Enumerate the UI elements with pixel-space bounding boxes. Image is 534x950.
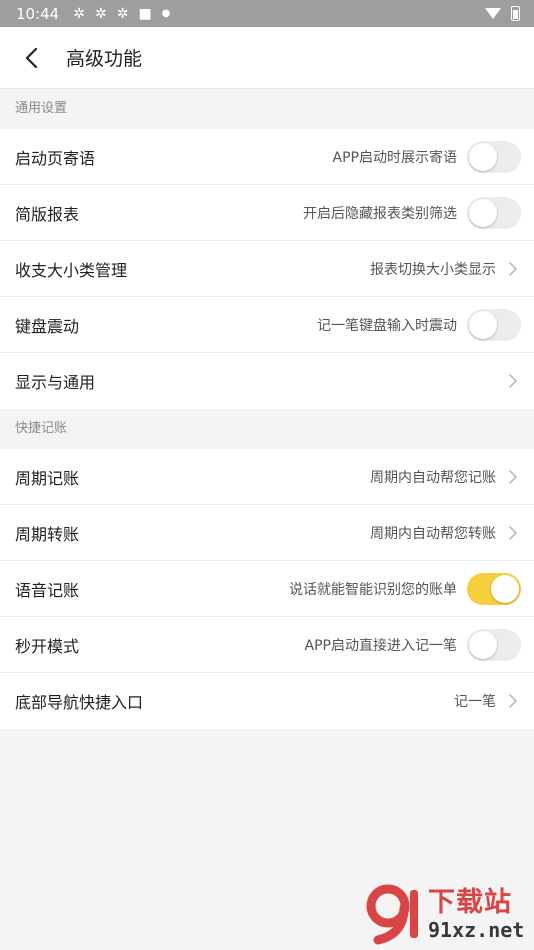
settings-row-description: APP启动直接进入记一笔 [304,637,457,654]
header-bar: 高级功能 [0,27,534,89]
settings-row-label: 键盘震动 [15,316,80,336]
chevron-left-icon [25,47,38,68]
settings-row[interactable]: 周期转账 周期内自动帮您转账 [0,505,534,561]
toggle-knob [469,630,497,659]
settings-row[interactable]: 收支大小类管理 报表切换大小类显示 [0,241,534,297]
battery-icon [511,6,520,21]
settings-row-description: 周期内自动帮您转账 [370,525,496,542]
settings-row-label: 语音记账 [15,580,80,600]
settings-row[interactable]: 简版报表 开启后隐藏报表类别筛选 [0,185,534,241]
settings-row[interactable]: 秒开模式 APP启动直接进入记一笔 [0,617,534,673]
notification-icon: ✲ [116,5,129,22]
toggle-switch[interactable] [467,196,521,229]
notification-icon: ✲ [94,5,107,22]
watermark-cn: 下载站 [428,886,512,918]
chevron-right-icon [506,694,520,708]
settings-row-label: 简版报表 [15,204,80,224]
chevron-right-icon [506,469,520,484]
watermark-en: 91xz.net [428,917,525,942]
status-time: 10:44 [16,4,60,23]
chevron-right-icon [506,525,520,540]
settings-row-label: 收支大小类管理 [15,260,128,280]
settings-row[interactable]: 周期记账 周期内自动帮您记账 [0,449,534,505]
status-bar: 10:44 ✲ ✲ ✲ ■ ● [0,0,534,27]
settings-row-description: 周期内自动帮您记账 [370,469,496,486]
toggle-knob [469,310,497,339]
settings-row[interactable]: 键盘震动 记一笔键盘输入时震动 [0,297,534,353]
settings-row-description: 记一笔 [454,694,496,710]
toggle-knob [469,142,497,171]
settings-row-label: 周期转账 [15,524,80,544]
section-header: 快捷记账 [0,409,534,449]
settings-row-description: 开启后隐藏报表类别筛选 [303,205,457,222]
settings-group: 周期记账 周期内自动帮您记账周期转账 周期内自动帮您转账语音记账 说话就能智能识别您的… [0,449,534,729]
settings-row-label: 秒开模式 [15,636,80,656]
chevron-right-icon [506,374,520,388]
settings-row[interactable]: 显示与通用 [0,353,534,409]
settings-row-description: APP启动时展示寄语 [332,149,457,166]
settings-row[interactable]: 语音记账 说话就能智能识别您的账单 [0,561,534,617]
watermark-logo: 下载站 91xz.net [360,880,530,948]
toggle-switch[interactable] [467,140,521,173]
settings-list: 通用设置启动页寄语 APP启动时展示寄语简版报表 开启后隐藏报表类别筛选收支大小类管… [0,89,534,729]
toggle-switch[interactable] [467,308,521,341]
settings-row-description: 记一笔键盘输入时震动 [317,317,457,334]
settings-row-label: 底部导航快捷入口 [15,693,144,712]
page-title: 高级功能 [66,48,143,70]
dot-icon: ● [161,8,171,19]
section-header: 通用设置 [0,89,534,129]
settings-row-label: 启动页寄语 [15,148,96,168]
notification-icon: ✲ [73,5,85,22]
toggle-switch[interactable] [467,572,521,605]
toggle-knob [491,574,519,603]
settings-row-description: 报表切换大小类显示 [370,261,496,278]
notification-square-icon: ■ [138,5,152,22]
settings-row-label: 周期记账 [15,468,80,488]
toggle-switch[interactable] [467,628,521,661]
settings-row-label: 显示与通用 [15,373,96,392]
chevron-right-icon [506,261,520,276]
toggle-knob [469,198,497,227]
logo-nine-icon [360,882,424,946]
settings-row-description: 说话就能智能识别您的账单 [289,581,457,598]
settings-row[interactable]: 底部导航快捷入口 记一笔 [0,673,534,729]
back-button[interactable] [0,27,62,89]
settings-group: 启动页寄语 APP启动时展示寄语简版报表 开启后隐藏报表类别筛选收支大小类管理 报表切… [0,129,534,409]
wifi-icon [485,8,501,19]
settings-row[interactable]: 启动页寄语 APP启动时展示寄语 [0,129,534,185]
